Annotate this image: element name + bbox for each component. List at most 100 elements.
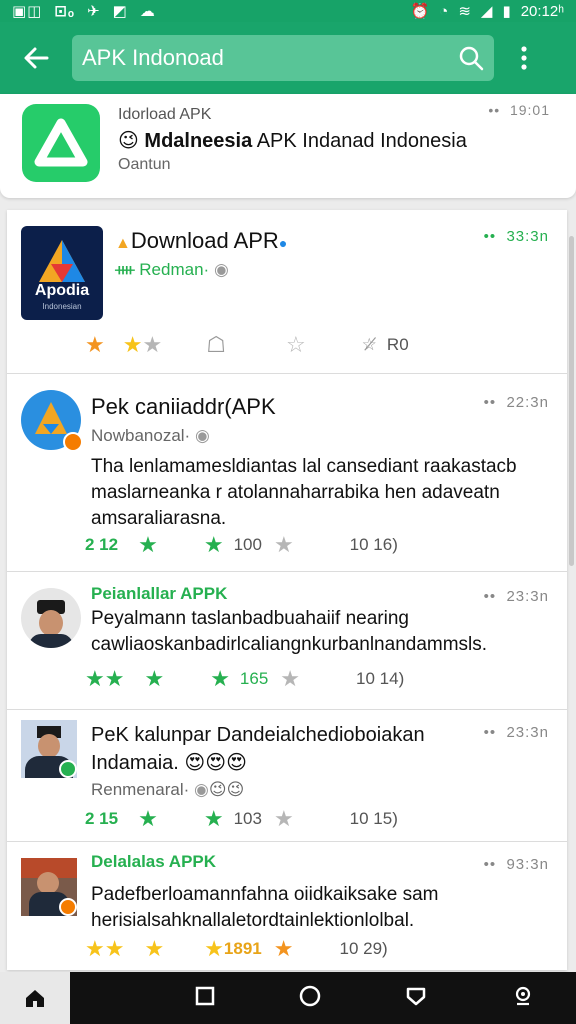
overflow-menu-button[interactable] <box>494 22 554 94</box>
verified-icon: ● <box>278 235 288 251</box>
status-bar: ▣◫ ⊡ₒ ✈ ◩ ☁ ⏰ ◔ ≋ ◢ ▮ 20:12ʰ <box>0 0 576 22</box>
star-icon[interactable]: ★ <box>85 332 105 358</box>
square-icon <box>195 986 214 1005</box>
post-actions: 2 12 ★ ★ 100 ★ 10 16) <box>85 532 398 558</box>
count-left: 2 15 <box>85 809 119 828</box>
post-subtitle: Renmenaral· ◉😉😉 <box>91 780 245 799</box>
star-outline-icon[interactable]: ★ <box>280 666 300 692</box>
back-button[interactable] <box>0 22 72 94</box>
back-nav-button[interactable] <box>404 984 428 1013</box>
post-time: •• 23:3n <box>483 588 549 605</box>
scrollbar[interactable] <box>569 236 574 566</box>
recents-button[interactable] <box>194 985 216 1012</box>
list-item[interactable]: Pek caniiaddr(APK Nowbanozal· ◉ •• 22:3n… <box>7 374 567 572</box>
globe-icon: ◉ <box>213 260 229 279</box>
post-time: •• 33:3n <box>483 228 549 245</box>
list-item[interactable]: Apodia Indonesian ▲Download APR● ᚓ Redma… <box>7 210 567 374</box>
triangle-logo-icon <box>34 118 88 167</box>
top-card-title-bold: Mdalneesia <box>144 130 253 152</box>
circle-icon <box>299 985 321 1006</box>
star-outline-icon[interactable]: ★ <box>142 332 162 358</box>
post-title: PeK kalunpar Dandeialchedioboiakan <box>91 724 425 746</box>
star-icon[interactable]: ★★ <box>85 666 124 692</box>
signal-icon: ◢ <box>480 3 493 20</box>
more-vert-icon <box>521 46 527 70</box>
list-item[interactable]: Peianlallar APPK •• 23:3n Peyalmann tasl… <box>7 572 567 710</box>
wifi-icon: ≋ <box>458 3 471 20</box>
star-outline-icon[interactable]: ★ <box>274 532 294 558</box>
top-app-card[interactable]: Idorload APK 😉 Mdalneesia APK Indanad In… <box>0 94 576 198</box>
home-icon <box>26 990 44 1007</box>
count-mid: 103 <box>233 809 262 828</box>
feed-list: Apodia Indonesian ▲Download APR● ᚓ Redma… <box>7 210 567 970</box>
assistant-icon <box>515 986 530 1005</box>
body-shape <box>29 634 73 648</box>
star-icon[interactable]: ★ <box>123 332 143 358</box>
top-card-title: 😉 Mdalneesia APK Indanad Indonesia <box>118 130 467 152</box>
star-icon[interactable]: ★ <box>144 666 164 692</box>
post-title: Peianlallar APPK <box>91 584 228 603</box>
sim-icon: ▣◫ <box>12 3 43 20</box>
star-outline-icon[interactable]: ☆ <box>286 332 306 358</box>
home-button[interactable] <box>0 972 70 1024</box>
badge-icon <box>59 898 77 916</box>
star-icon[interactable]: ★ <box>210 666 230 692</box>
globe-icon: ◉ <box>194 426 210 445</box>
list-item[interactable]: Delalalas APPK •• 93:3n Padefberloamannf… <box>7 842 567 970</box>
count-mid: 165 <box>239 669 269 688</box>
home-circle-button[interactable] <box>298 984 322 1013</box>
comment-icon[interactable]: ☖ <box>206 332 226 358</box>
shield-icon <box>407 987 426 1005</box>
count-mid: 100 <box>233 535 262 554</box>
share-icon[interactable]: ☆̸ <box>362 335 377 355</box>
star-icon[interactable]: ★ <box>144 936 164 962</box>
gallery-icon: ⊡ₒ <box>54 3 76 20</box>
badge-icon <box>59 760 77 778</box>
face-shape <box>39 610 63 636</box>
search-input[interactable]: APK Indonoad <box>72 35 494 81</box>
bottom-nav-bar <box>0 972 576 1024</box>
app-icon <box>22 104 100 182</box>
star-outline-icon[interactable]: ★ <box>274 806 294 832</box>
avatar <box>21 858 77 916</box>
post-body: Peyalmann taslanbadbuahaiif nearing cawl… <box>91 608 488 655</box>
star-icon[interactable]: ★ <box>204 532 224 558</box>
count-right: 10 15) <box>349 809 398 828</box>
badge-icon <box>63 432 83 452</box>
arrow-left-icon <box>24 47 49 69</box>
search-icon[interactable] <box>458 45 484 71</box>
cloud-icon: ☁ <box>139 3 156 20</box>
post-subtitle: ᚓ Redman· ◉ <box>115 260 229 279</box>
list-item[interactable]: PeK kalunpar Dandeialchedioboiakan Indam… <box>7 710 567 842</box>
count-right: 10 29) <box>339 939 388 958</box>
logo-text: Apodia <box>34 282 90 299</box>
post-actions: ★★ ★ ★ 165 ★ 10 14) <box>85 666 404 692</box>
star-icon[interactable]: ★ <box>204 806 224 832</box>
count-right: 10 14) <box>356 669 405 688</box>
avatar <box>21 390 83 452</box>
top-card-time: •• 19:01 <box>488 102 550 118</box>
status-time: 20:12ʰ <box>520 2 564 20</box>
post-body: Padefberloamannfahna oiidkaiksake sam he… <box>91 884 439 931</box>
post-actions: ★ ★ ★ ☖ ☆ ☆̸ R0 <box>85 332 409 358</box>
post-actions: ★★ ★ ★ 1891 ★ 10 29) <box>85 936 388 962</box>
alarm-icon: ⏰ <box>410 3 430 20</box>
usb-icon: ✈ <box>87 3 101 20</box>
app-logo: Apodia Indonesian <box>21 226 103 320</box>
assistant-button[interactable] <box>511 984 535 1013</box>
sync-icon: ◔ <box>439 2 449 20</box>
search-query: APK Indonoad <box>82 45 224 70</box>
count-right: R0 <box>386 335 409 354</box>
top-card-subtitle: Oantun <box>118 156 171 173</box>
file-icon: ◩ <box>112 3 128 20</box>
star-icon[interactable]: ★ <box>138 532 158 558</box>
count-left: 2 12 <box>85 535 119 554</box>
battery-icon: ▮ <box>502 3 511 20</box>
star-icon[interactable]: ★★ <box>85 936 124 962</box>
star-icon[interactable]: ★ <box>274 936 294 962</box>
post-time: •• 93:3n <box>483 856 549 873</box>
star-icon[interactable]: ★ <box>138 806 158 832</box>
app-bar: APK Indonoad <box>0 22 576 94</box>
top-card-title-rest: APK Indanad Indonesia <box>252 130 467 152</box>
star-icon[interactable]: ★ <box>204 936 224 962</box>
